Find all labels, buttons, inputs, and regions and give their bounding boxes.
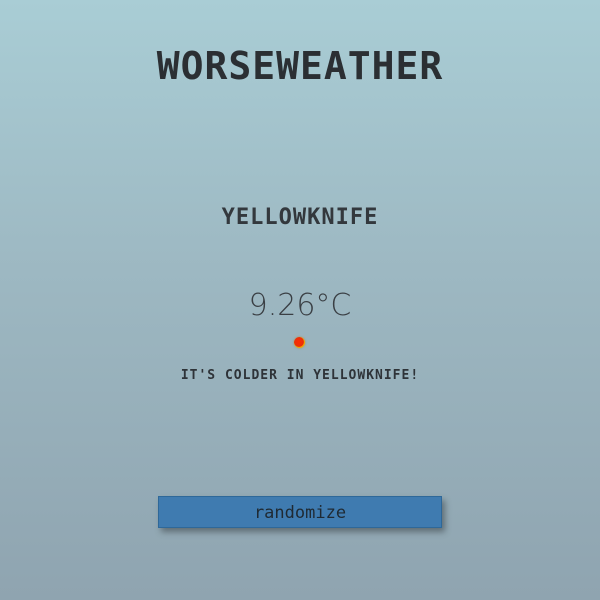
comparison-message: IT'S COLDER IN YELLOWKNIFE!: [180, 368, 420, 383]
city-name: YELLOWKNIFE: [221, 205, 379, 230]
app-root: WORSEWEATHER YELLOWKNIFE 9.26°C IT'S COL…: [0, 0, 600, 600]
temperature-reading: 9.26°C: [248, 288, 352, 323]
app-logo: WORSEWEATHER: [156, 44, 444, 88]
randomize-button[interactable]: randomize: [158, 496, 442, 528]
location-dot-icon: [294, 337, 305, 348]
